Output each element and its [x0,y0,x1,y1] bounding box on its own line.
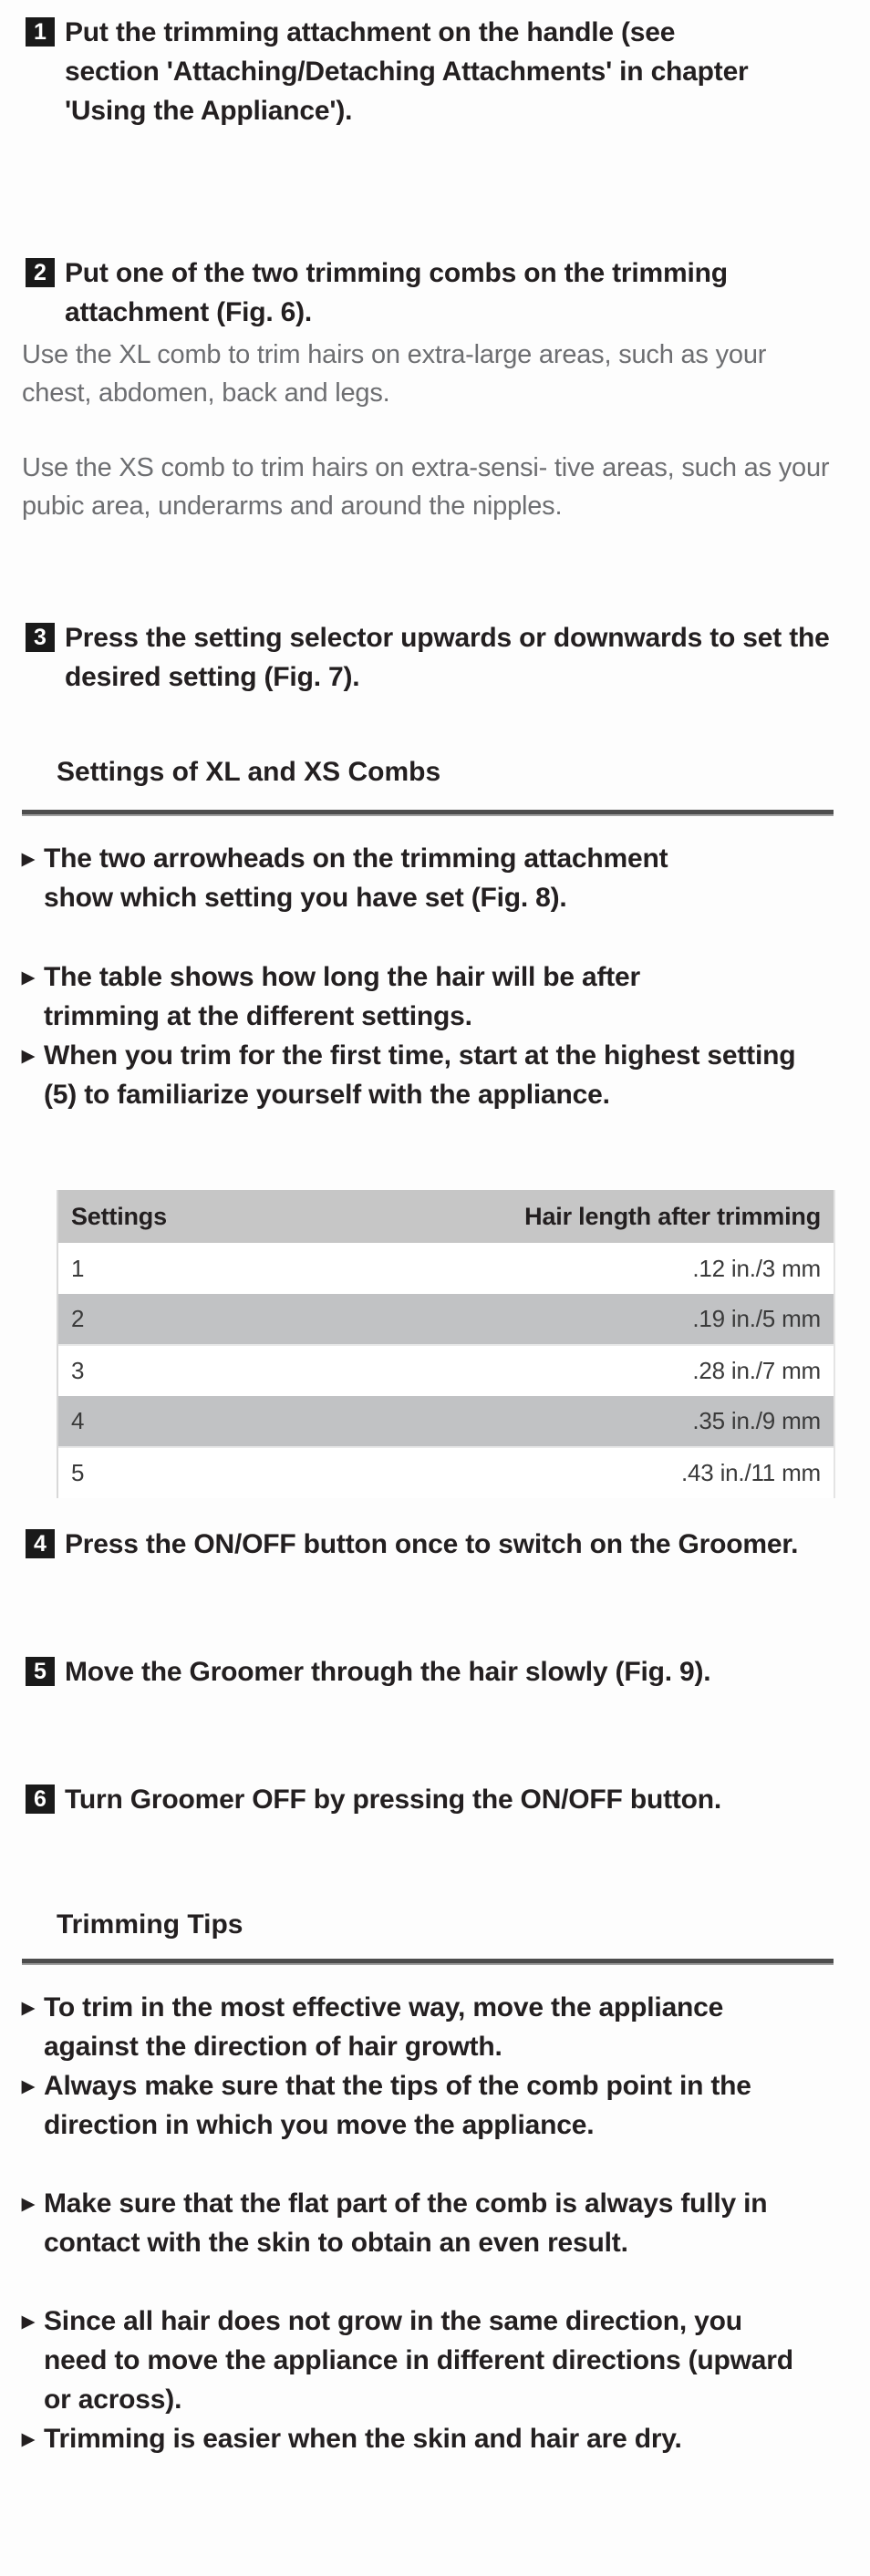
table-row: 2 .19 in./5 mm [58,1294,834,1345]
settings-bullet-2: ▸ The table shows how long the hair will… [22,957,824,1036]
cell-setting: 2 [71,1305,85,1332]
arrow-bullet-icon: ▸ [22,2307,35,2334]
step-2-text: Put one of the two trimming combs on the… [65,258,728,327]
settings-table: Settings Hair length after trimming 1 .1… [57,1190,835,1498]
settings-table-body: 1 .12 in./3 mm 2 .19 in./5 mm 3 .28 in./… [58,1243,834,1498]
arrow-bullet-icon: ▸ [22,1993,35,2021]
cell-setting: 4 [71,1407,85,1434]
step-3-number: 3 [26,623,55,652]
arrow-bullet-icon: ▸ [22,2425,35,2452]
step-1: 1 Put the trimming attachment on the han… [26,13,828,130]
cell-setting: 5 [71,1459,85,1486]
tips-bullet-1-text: To trim in the most effective way, move … [44,1992,724,2062]
table-row: 3 .28 in./7 mm [58,1345,834,1396]
tips-bullet-4: ▸ Since all hair does not grow in the sa… [22,2302,838,2419]
arrow-bullet-icon: ▸ [22,963,35,990]
step-1-text: Put the trimming attachment on the handl… [65,17,749,126]
arrow-bullet-icon: ▸ [22,1041,35,1069]
step-1-number: 1 [26,17,55,47]
tips-bullet-2: ▸ Always make sure that the tips of the … [22,2066,834,2145]
step-4-text: Press the ON/OFF button once to switch o… [65,1529,799,1559]
settings-bullet-1: ▸ The two arrowheads on the trimming att… [22,839,824,917]
tips-bullet-3-text: Make sure that the flat part of the comb… [44,2188,768,2258]
tips-bullet-1: ▸ To trim in the most effective way, mov… [22,1988,843,2066]
tips-bullet-5: ▸ Trimming is easier when the skin and h… [22,2419,834,2458]
table-header-row: Settings Hair length after trimming [58,1190,834,1243]
settings-bullet-3: ▸ When you trim for the first time, star… [22,1036,843,1114]
column-header-hair-length: Hair length after trimming [524,1202,821,1230]
settings-table-head: Settings Hair length after trimming [58,1190,834,1243]
cell-hair-length: .28 in./7 mm [692,1357,821,1384]
arrow-bullet-icon: ▸ [22,844,35,872]
tips-bullet-2-text: Always make sure that the tips of the co… [44,2071,751,2140]
step-5: 5 Move the Groomer through the hair slow… [26,1652,846,1691]
section-rule-trimming-tips [22,1959,834,1965]
cell-hair-length: .12 in./3 mm [692,1254,821,1282]
table-row: 1 .12 in./3 mm [58,1243,834,1294]
table-row: 5 .43 in./11 mm [58,1447,834,1498]
tips-bullet-5-text: Trimming is easier when the skin and hai… [44,2424,682,2454]
step-6-text: Turn Groomer OFF by pressing the ON/OFF … [65,1785,722,1815]
settings-table-element: Settings Hair length after trimming 1 .1… [58,1190,834,1498]
step-2: 2 Put one of the two trimming combs on t… [26,253,842,332]
settings-bullet-2-text: The table shows how long the hair will b… [44,962,641,1031]
step-4-number: 4 [26,1529,55,1558]
dash-note-xs: Use the XS comb to trim hairs on extra-s… [22,449,852,525]
step-5-text: Move the Groomer through the hair slowly… [65,1657,711,1687]
step-4: 4 Press the ON/OFF button once to switch… [26,1525,855,1564]
cell-hair-length: .43 in./11 mm [681,1459,821,1486]
step-3-text: Press the setting selector upwards or do… [65,623,830,692]
step-3: 3 Press the setting selector upwards or … [26,618,851,697]
step-6-number: 6 [26,1785,55,1814]
cell-hair-length: .35 in./9 mm [692,1407,821,1434]
manual-page: 1 Put the trimming attachment on the han… [0,0,870,2576]
section-heading-settings: Settings of XL and XS Combs [57,757,832,788]
step-5-number: 5 [26,1657,55,1686]
table-row: 4 .35 in./9 mm [58,1396,834,1447]
section-heading-trimming-tips-text: Trimming Tips [57,1909,243,1940]
dash-note-xs-text: Use the XS comb to trim hairs on extra-s… [22,453,830,521]
step-6: 6 Turn Groomer OFF by pressing the ON/OF… [26,1780,855,1819]
dash-note-xl-text: Use the XL comb to trim hairs on extra-l… [22,340,767,408]
cell-setting: 1 [71,1254,85,1282]
cell-setting: 3 [71,1357,85,1384]
settings-bullet-1-text: The two arrowheads on the trimming attac… [44,843,668,913]
arrow-bullet-icon: ▸ [22,2189,35,2217]
dash-note-xl: Use the XL comb to trim hairs on extra-l… [22,336,843,412]
section-heading-trimming-tips: Trimming Tips [57,1909,832,1940]
cell-hair-length: .19 in./5 mm [692,1305,821,1332]
step-2-number: 2 [26,258,55,287]
arrow-bullet-icon: ▸ [22,2072,35,2099]
section-rule-settings [22,810,834,816]
settings-bullet-3-text: When you trim for the first time, start … [44,1040,796,1110]
column-header-settings: Settings [71,1202,167,1230]
section-heading-settings-text: Settings of XL and XS Combs [57,757,441,787]
tips-bullet-4-text: Since all hair does not grow in the same… [44,2306,793,2415]
tips-bullet-3: ▸ Make sure that the flat part of the co… [22,2184,843,2262]
